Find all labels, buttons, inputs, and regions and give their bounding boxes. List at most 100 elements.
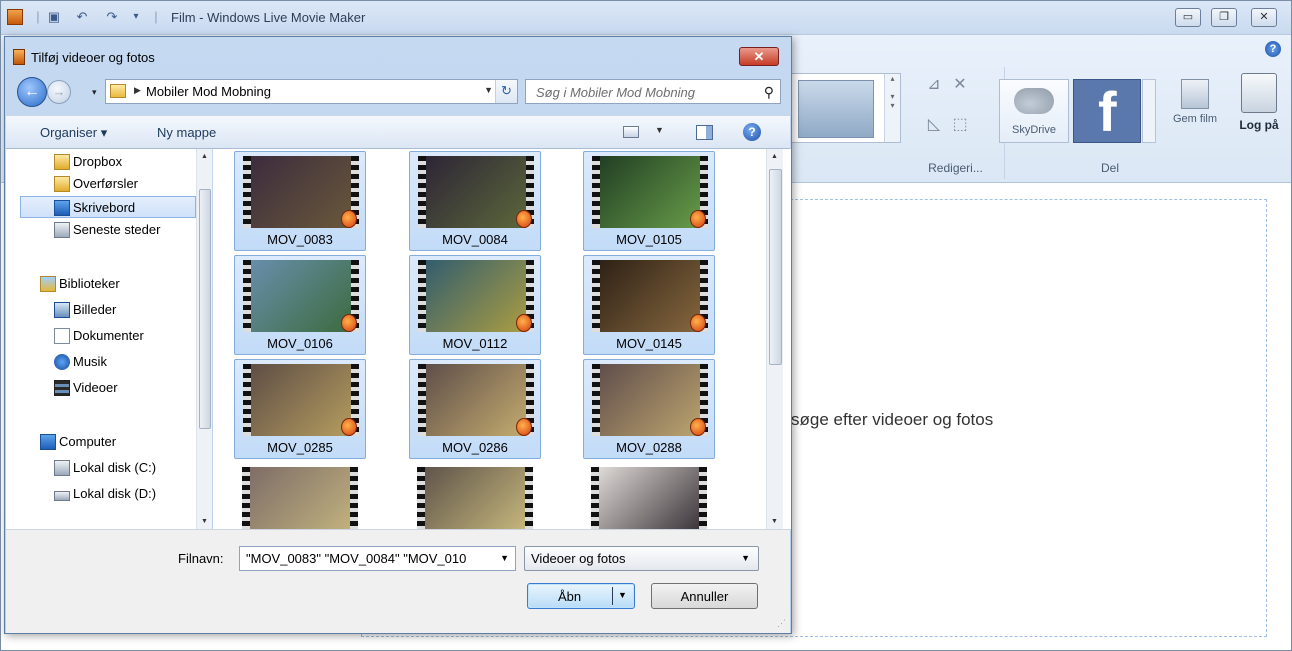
address-dropdown-icon[interactable]: ▼ (484, 85, 493, 95)
cancel-label: Annuller (680, 589, 729, 604)
nav-item-pictures[interactable]: Billeder (6, 299, 196, 321)
select-all-icon[interactable]: ⬚ (951, 117, 969, 133)
filename-input[interactable]: "MOV_0083" "MOV_0084" "MOV_010 ▼ (239, 546, 516, 571)
change-view-icon[interactable] (623, 126, 639, 138)
save-movie-button[interactable]: Gem film (1165, 77, 1225, 157)
save-icon[interactable]: ▣ (47, 10, 61, 24)
effect-thumbnail[interactable] (798, 80, 874, 138)
nav-item-label: Lokal disk (C:) (73, 460, 157, 475)
preview-pane-icon[interactable] (696, 125, 713, 140)
file-name: MOV_0105 (616, 232, 682, 247)
filetype-dropdown-icon: ▼ (741, 553, 750, 563)
help-icon[interactable]: ? (1265, 41, 1281, 57)
media-player-badge-icon (341, 314, 357, 332)
skydrive-button[interactable]: SkyDrive (999, 79, 1069, 143)
nav-item-label: Lokal disk (D:) (73, 486, 157, 501)
share-gallery-scroll[interactable] (1142, 79, 1156, 143)
refresh-button[interactable]: ↻ (495, 80, 517, 103)
scroll-up-icon[interactable]: ▲ (771, 153, 778, 160)
file-name: MOV_0288 (616, 440, 682, 455)
customize-icon[interactable]: ▾ (129, 10, 143, 24)
libraries-icon (40, 276, 56, 292)
file-name: MOV_0285 (267, 440, 333, 455)
pictures-icon (54, 302, 70, 318)
filetype-select[interactable]: Videoer og fotos ▼ (524, 546, 759, 571)
film-perforation (243, 156, 251, 228)
dialog-help-icon[interactable]: ? (743, 123, 761, 141)
nav-item-videos[interactable]: Videoer (6, 377, 196, 399)
close-button[interactable]: ✕ (1251, 8, 1277, 27)
undo-icon[interactable]: ↶ (75, 10, 89, 24)
nav-scrollbar[interactable]: ▲ ▼ (196, 149, 212, 529)
file-item[interactable]: MOV_0106 (234, 255, 366, 355)
dialog-close-button[interactable]: ✕ (739, 47, 779, 66)
gallery-scroll[interactable]: ▴ ▾ ▾ (884, 74, 900, 142)
file-name: MOV_0112 (442, 336, 508, 351)
scroll-down-icon[interactable]: ▼ (771, 518, 778, 525)
resize-grip-icon[interactable]: ⋰ (777, 618, 786, 629)
save-movie-icon (1181, 79, 1209, 109)
file-item[interactable]: MOV_0145 (583, 255, 715, 355)
facebook-button[interactable]: f (1073, 79, 1141, 143)
file-item[interactable]: MOV_0285 (234, 359, 366, 459)
scrollbar-thumb[interactable] (769, 169, 782, 365)
nav-item-music[interactable]: Musik (6, 351, 196, 373)
nav-item-dropbox[interactable]: Dropbox (6, 151, 196, 173)
separator: | (154, 9, 158, 24)
file-item[interactable]: MOV_0288 (583, 359, 715, 459)
address-bar[interactable]: ▶ Mobiler Mod Mobning ▼ ↻ (105, 79, 518, 104)
nav-item-drive-c[interactable]: Lokal disk (C:) (6, 457, 196, 479)
recent-pages-dropdown[interactable]: ▾ (92, 87, 97, 98)
film-perforation (592, 364, 600, 436)
cancel-button[interactable]: Annuller (651, 583, 758, 609)
file-item[interactable]: MOV_0286 (409, 359, 541, 459)
file-item[interactable]: MOV_0112 (409, 255, 541, 355)
rotate-right-icon[interactable]: ◺ (925, 117, 943, 133)
file-item[interactable]: MOV_0084 (409, 151, 541, 251)
ribbon-group-label: Del (1100, 161, 1119, 175)
scrollbar-thumb[interactable] (199, 189, 211, 429)
view-dropdown-icon[interactable]: ▼ (655, 125, 664, 135)
sign-in-button[interactable]: Log på (1231, 71, 1287, 163)
nav-item-label: Dropbox (73, 154, 123, 169)
remove-icon[interactable]: ✕ (951, 77, 969, 93)
scroll-up-icon[interactable]: ▲ (201, 153, 208, 160)
filename-dropdown-icon[interactable]: ▼ (500, 553, 509, 563)
nav-item-label: Videoer (73, 380, 118, 395)
nav-item-recent-places[interactable]: Seneste steder (6, 219, 196, 241)
minimize-button[interactable]: ▭ (1175, 8, 1201, 27)
nav-item-documents[interactable]: Dokumenter (6, 325, 196, 347)
rotate-left-icon[interactable]: ⊿ (925, 77, 943, 93)
nav-item-label: Billeder (73, 302, 117, 317)
nav-item-computer[interactable]: Computer (6, 431, 196, 453)
file-list-scrollbar[interactable]: ▲ ▼ (766, 149, 783, 529)
organize-button[interactable]: Organiser ▾ (40, 125, 107, 141)
search-icon[interactable]: ⚲ (764, 84, 774, 101)
nav-item-downloads[interactable]: Overførsler (6, 173, 196, 195)
movie-maker-app-icon[interactable] (7, 9, 23, 25)
redo-icon[interactable]: ↷ (105, 10, 119, 24)
film-perforation (418, 364, 426, 436)
film-perforation (243, 364, 251, 436)
restore-button[interactable]: ❐ (1211, 8, 1237, 27)
nav-item-label: Dokumenter (73, 328, 144, 343)
search-input[interactable]: Søg i Mobiler Mod Mobning ⚲ (525, 79, 781, 104)
forward-button[interactable]: → (47, 80, 71, 104)
file-name: MOV_0084 (442, 232, 508, 247)
file-item[interactable]: MOV_0083 (234, 151, 366, 251)
file-item[interactable]: MOV_0105 (583, 151, 715, 251)
back-button[interactable]: ← (17, 77, 47, 107)
new-folder-button[interactable]: Ny mappe (157, 125, 216, 140)
visual-effects-gallery[interactable]: ▴ ▾ ▾ (791, 73, 901, 143)
open-options-dropdown-icon[interactable]: ▼ (618, 590, 627, 600)
nav-item-libraries[interactable]: Biblioteker (6, 273, 196, 295)
nav-item-desktop[interactable]: Skrivebord (20, 196, 196, 218)
nav-item-label: Musik (73, 354, 107, 369)
filename-label: Filnavn: (178, 551, 224, 566)
open-button[interactable]: Åbn ▼ (527, 583, 635, 609)
nav-item-drive-d[interactable]: Lokal disk (D:) (6, 483, 196, 505)
breadcrumb-current[interactable]: Mobiler Mod Mobning (146, 84, 271, 99)
scroll-down-icon[interactable]: ▼ (201, 518, 208, 525)
breadcrumb-arrow-icon[interactable]: ▶ (134, 85, 141, 96)
media-player-badge-icon (516, 314, 532, 332)
